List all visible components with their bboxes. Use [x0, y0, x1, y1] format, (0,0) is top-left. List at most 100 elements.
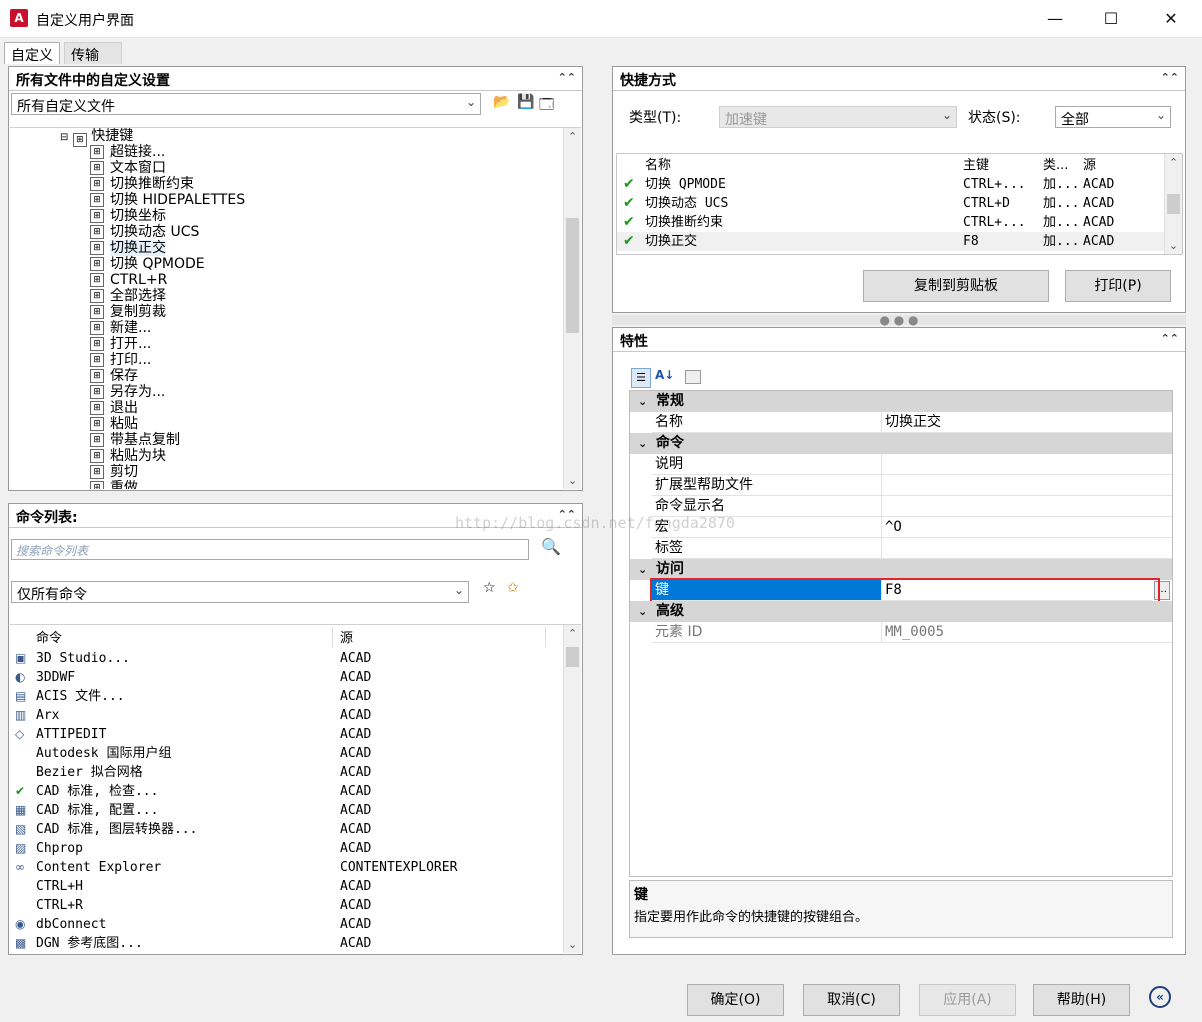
- tree-item[interactable]: ⊞ 切换坐标: [90, 208, 166, 224]
- tree-item[interactable]: ⊞ 粘贴: [90, 416, 138, 432]
- command-scrollbar[interactable]: ⌃ ⌄: [563, 625, 581, 953]
- star-search-icon[interactable]: ☆: [483, 580, 496, 596]
- help-button[interactable]: 帮助(H): [1033, 984, 1130, 1016]
- minimize-button[interactable]: —: [1044, 8, 1066, 30]
- scroll-thumb[interactable]: [566, 218, 579, 333]
- help-file-value[interactable]: [881, 475, 1172, 496]
- tab-customize[interactable]: 自定义: [4, 42, 60, 64]
- command-row[interactable]: ▥ Arx ACAD: [10, 706, 550, 725]
- tag-value[interactable]: [881, 538, 1172, 559]
- apply-button[interactable]: 应用(A): [919, 984, 1016, 1016]
- tree-item[interactable]: ⊞ 切换正交: [90, 240, 166, 256]
- command-row[interactable]: ▤ ACIS 文件... ACAD: [10, 687, 550, 706]
- property-pages-icon[interactable]: [685, 370, 701, 384]
- shortcut-row[interactable]: ✔ 切换 QPMODE CTRL+... 加... ACAD: [617, 175, 1165, 194]
- sort-az-icon[interactable]: A↓: [655, 368, 674, 382]
- scroll-down-icon[interactable]: ⌄: [1165, 237, 1182, 254]
- type-select[interactable]: 加速键 ⌄: [719, 106, 957, 128]
- shortcut-row[interactable]: ✔ 切换推断约束 CTRL+... 加... ACAD: [617, 213, 1165, 232]
- save-icon[interactable]: 💾: [517, 94, 534, 110]
- collapse-icon[interactable]: ⌃⌃: [1161, 332, 1179, 345]
- command-row[interactable]: ▣ 3D Studio... ACAD: [10, 649, 550, 668]
- collapse-node-icon[interactable]: ⊟: [60, 132, 68, 143]
- scroll-down-icon[interactable]: ⌄: [564, 472, 581, 489]
- collapse-icon[interactable]: ⌃⌃: [1161, 71, 1179, 84]
- search-icon[interactable]: 🔍: [541, 537, 561, 556]
- command-row[interactable]: ◉ dbConnect ACAD: [10, 915, 550, 934]
- shortcuts-scrollbar[interactable]: ⌃ ⌄: [1164, 154, 1182, 254]
- panel-splitter[interactable]: ● ● ●: [612, 314, 1186, 326]
- collapse-icon[interactable]: ⌃⌃: [558, 508, 576, 521]
- tree-item[interactable]: ⊞ 全部选择: [90, 288, 166, 304]
- chevron-down-icon[interactable]: ⌄: [638, 433, 647, 454]
- status-select[interactable]: 全部 ⌄: [1055, 106, 1171, 128]
- col-header-source[interactable]: 源: [340, 629, 353, 648]
- command-filter-select[interactable]: 仅所有命令 ⌄: [11, 581, 469, 603]
- tab-transfer[interactable]: 传输: [64, 42, 122, 64]
- new-command-icon[interactable]: ✩: [507, 580, 519, 596]
- tree-item[interactable]: ⊞ 另存为...: [90, 384, 165, 400]
- tree-item[interactable]: ⊞ 保存: [90, 368, 138, 384]
- cancel-button[interactable]: 取消(C): [803, 984, 900, 1016]
- name-value[interactable]: 切换正交: [881, 412, 1172, 433]
- close-button[interactable]: ✕: [1160, 8, 1182, 30]
- tree-item[interactable]: ⊞ 切换推断约束: [90, 176, 194, 192]
- command-row[interactable]: CTRL+H ACAD: [10, 877, 550, 896]
- scroll-thumb[interactable]: [1167, 194, 1180, 214]
- col-header-type[interactable]: 类...: [1043, 156, 1068, 175]
- copy-to-clipboard-button[interactable]: 复制到剪贴板: [863, 270, 1049, 302]
- tree-item[interactable]: ⊞ 剪切: [90, 464, 138, 480]
- description-value[interactable]: [881, 454, 1172, 475]
- col-header-source[interactable]: 源: [1083, 156, 1096, 175]
- tree-item[interactable]: ⊞ 切换动态 UCS: [90, 224, 199, 240]
- tree-item[interactable]: ⊞ 打开...: [90, 336, 151, 352]
- chevron-down-icon[interactable]: ⌄: [638, 601, 647, 622]
- tree-item[interactable]: ⊞ 切换 QPMODE: [90, 256, 205, 272]
- scroll-up-icon[interactable]: ⌃: [564, 128, 581, 145]
- command-row[interactable]: ∞ Content Explorer CONTENTEXPLORER: [10, 858, 550, 877]
- collapse-icon[interactable]: ⌃⌃: [558, 71, 576, 84]
- scroll-up-icon[interactable]: ⌃: [564, 625, 581, 642]
- command-search-input[interactable]: 搜索命令列表: [11, 539, 529, 560]
- category-advanced[interactable]: ⌄ 高级: [630, 601, 1172, 622]
- command-row[interactable]: ▩ DGN 参考底图... ACAD: [10, 934, 550, 953]
- command-row[interactable]: Bezier 拟合网格 ACAD: [10, 763, 550, 782]
- print-button[interactable]: 打印(P): [1065, 270, 1171, 302]
- chevron-down-icon[interactable]: ⌄: [638, 391, 647, 412]
- macro-value[interactable]: ^O: [881, 517, 1172, 538]
- tree-item[interactable]: ⊞ 带基点复制: [90, 432, 180, 448]
- col-header-command[interactable]: 命令: [36, 629, 62, 648]
- shortcut-row[interactable]: ✔ 切换正交 F8 加... ACAD: [617, 232, 1165, 251]
- tree-item[interactable]: ⊞ CTRL+R: [90, 272, 167, 288]
- tree-item[interactable]: ⊞ 文本窗口: [90, 160, 166, 176]
- tree-item[interactable]: ⊞ 切换 HIDEPALETTES: [90, 192, 245, 208]
- tree-item[interactable]: ⊞ 重做: [90, 480, 138, 489]
- category-general[interactable]: ⌄ 常规: [630, 391, 1172, 412]
- command-row[interactable]: CTRL+R ACAD: [10, 896, 550, 915]
- command-row[interactable]: ▧ CAD 标准, 图层转换器... ACAD: [10, 820, 550, 839]
- customization-file-select[interactable]: 所有自定义文件 ⌄: [11, 93, 481, 115]
- scroll-down-icon[interactable]: ⌄: [564, 936, 581, 953]
- categorized-icon[interactable]: ☰: [631, 368, 651, 388]
- tree-root[interactable]: ⊟ ⊞ 快捷键: [60, 128, 133, 147]
- open-file-icon[interactable]: 📂: [493, 94, 510, 110]
- category-access[interactable]: ⌄ 访问: [630, 559, 1172, 580]
- col-header-key[interactable]: 主键: [963, 156, 989, 175]
- scroll-thumb[interactable]: [566, 647, 579, 667]
- command-row[interactable]: ◇ ATTIPEDIT ACAD: [10, 725, 550, 744]
- command-row[interactable]: ◐ 3DDWF ACAD: [10, 668, 550, 687]
- tree-item[interactable]: ⊞ 退出: [90, 400, 138, 416]
- tree-item[interactable]: ⊞ 打印...: [90, 352, 151, 368]
- maximize-button[interactable]: ☐: [1100, 8, 1122, 30]
- tree-item[interactable]: ⊞ 复制剪裁: [90, 304, 166, 320]
- command-row[interactable]: Autodesk 国际用户组 ACAD: [10, 744, 550, 763]
- shortcut-row[interactable]: ✔ 切换动态 UCS CTRL+D 加... ACAD: [617, 194, 1165, 213]
- tree-scrollbar[interactable]: ⌃ ⌄: [563, 128, 581, 489]
- category-command[interactable]: ⌄ 命令: [630, 433, 1172, 454]
- scroll-up-icon[interactable]: ⌃: [1165, 154, 1182, 171]
- col-header-name[interactable]: 名称: [645, 156, 671, 175]
- collapse-dialog-icon[interactable]: «: [1149, 986, 1171, 1008]
- tree-item[interactable]: ⊞ 新建...: [90, 320, 151, 336]
- tree-item[interactable]: ⊞ 超链接...: [90, 144, 165, 160]
- ok-button[interactable]: 确定(O): [687, 984, 784, 1016]
